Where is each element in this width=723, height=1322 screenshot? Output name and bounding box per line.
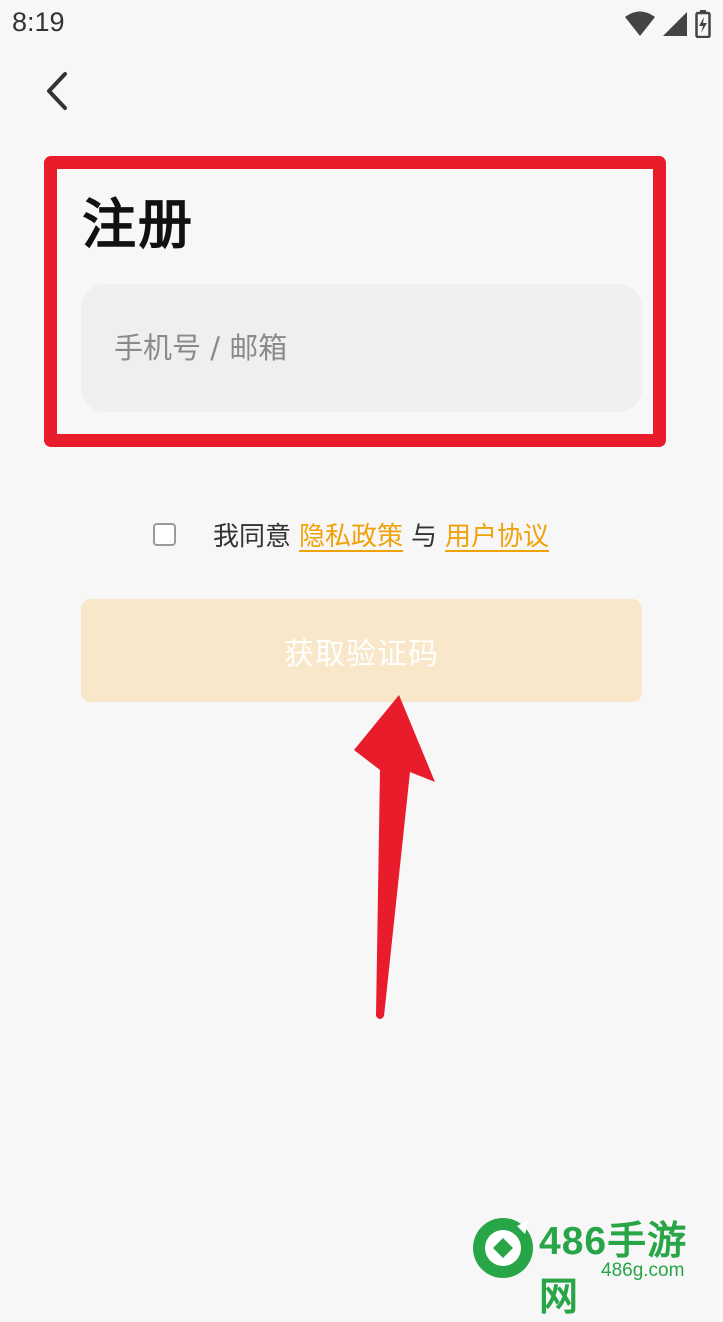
status-bar: 8:19 xyxy=(0,0,723,48)
watermark-domain: 486g.com xyxy=(601,1260,685,1281)
watermark-logo xyxy=(473,1218,533,1278)
back-button[interactable] xyxy=(32,66,82,116)
arrow-annotation xyxy=(354,695,435,1019)
get-code-button[interactable]: 获取验证码 xyxy=(81,599,642,702)
status-icons xyxy=(625,10,711,38)
wifi-icon xyxy=(625,11,655,36)
battery-icon xyxy=(695,10,711,38)
agreement-row: 我同意 隐私政策 与 用户协议 xyxy=(153,512,549,556)
agree-checkbox[interactable] xyxy=(153,522,176,546)
signal-icon xyxy=(663,12,687,36)
privacy-policy-link[interactable]: 隐私政策 xyxy=(299,516,403,553)
watermark: 486手游网 486g.com xyxy=(467,1210,723,1319)
user-agreement-link[interactable]: 用户协议 xyxy=(445,516,549,553)
status-time: 8:19 xyxy=(12,7,65,37)
chevron-left-icon xyxy=(47,72,67,110)
agreement-joiner: 与 xyxy=(411,521,438,552)
agreement-prefix: 我同意 xyxy=(213,521,292,552)
phone-email-input[interactable] xyxy=(81,284,642,412)
page-title: 注册 xyxy=(82,193,194,256)
